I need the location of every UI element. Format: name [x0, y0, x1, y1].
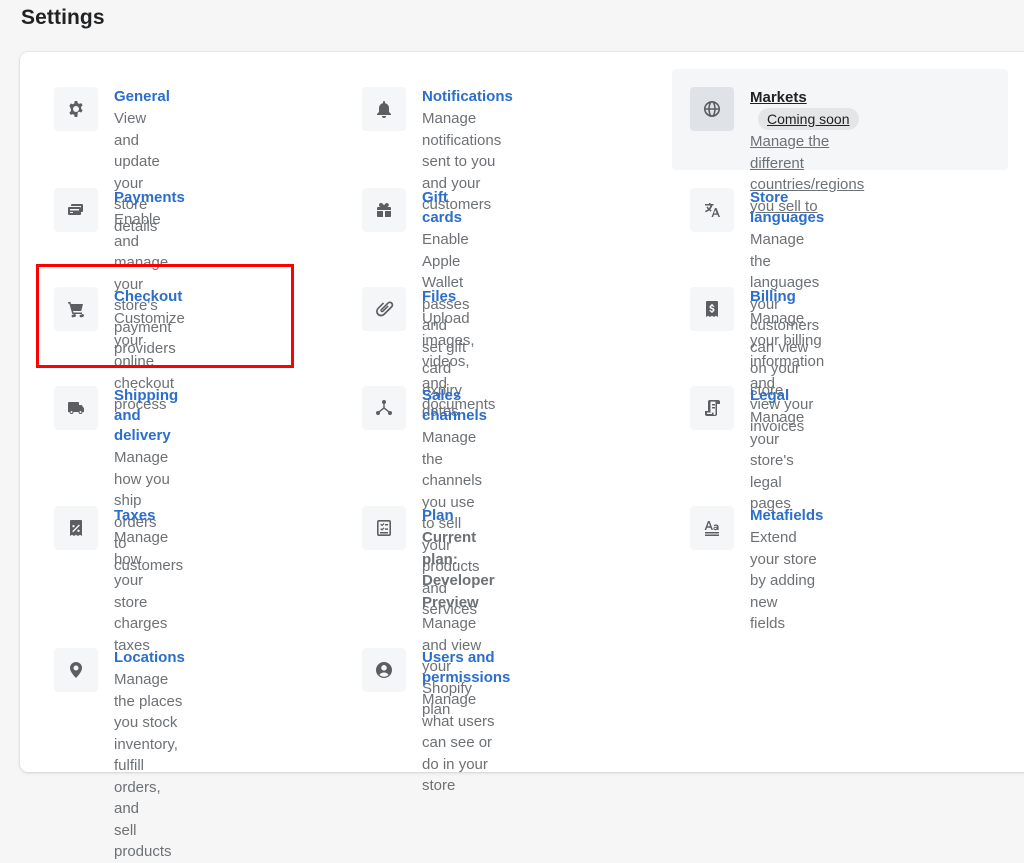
paperclip-icon [362, 287, 406, 331]
settings-item-title: General [114, 88, 170, 105]
settings-item-title: Store languages [750, 189, 825, 226]
metafields-icon [690, 506, 734, 550]
settings-item-title: Notifications [422, 88, 513, 105]
desc-line: Upload images, videos, and [422, 310, 475, 392]
settings-item-desc: Manage what users can see or do in your … [422, 689, 510, 797]
translate-icon [690, 188, 734, 232]
checkout-highlight-box [36, 264, 294, 368]
settings-item-desc: Extend your store by adding new fields [750, 527, 823, 635]
user-icon [362, 648, 406, 692]
desc-line: Manage what users can see or [422, 691, 495, 751]
settings-item-title: Metafields [750, 507, 824, 524]
settings-item-title: Payments [114, 189, 185, 206]
desc-line: inventory, fulfill orders, and [114, 735, 178, 818]
billing-icon [690, 287, 734, 331]
settings-item-title: Plan [422, 507, 454, 524]
truck-icon [54, 386, 98, 430]
channels-icon [362, 386, 406, 430]
settings-item-title: Markets [750, 89, 807, 106]
bell-icon [362, 87, 406, 131]
gift-icon [362, 188, 406, 232]
settings-item-title: Gift cards [422, 189, 463, 226]
coming-soon-badge: Coming soon [758, 108, 859, 130]
gear-icon [54, 87, 98, 131]
sub-line: Preview [422, 593, 479, 611]
desc-line: Manage your store's legal pages [750, 409, 805, 512]
current-plan-label: Current plan: Developer Preview [422, 527, 495, 613]
desc-line: Manage how your store [114, 529, 169, 611]
settings-item-desc: Manage how your store charges taxes [114, 527, 168, 656]
settings-item-desc: Manage your store's legal pages [750, 407, 804, 515]
settings-item-title: Users and permissions [422, 649, 511, 686]
page-title: Settings [21, 6, 105, 29]
settings-item-title: Sales channels [422, 387, 488, 424]
desc-line: Manage your billing information and [750, 310, 825, 392]
desc-line: fields [750, 615, 786, 632]
settings-item-title: Shipping and delivery [114, 387, 179, 444]
plan-icon [362, 506, 406, 550]
settings-item-title: Taxes [114, 507, 156, 524]
settings-item-title: Locations [114, 649, 185, 666]
desc-line: Manage the different [750, 133, 830, 172]
desc-line: Manage the places you stock [114, 671, 183, 731]
settings-item-title: Files [422, 288, 457, 305]
desc-line: sell products [114, 821, 172, 861]
tax-icon [54, 506, 98, 550]
payments-icon [54, 188, 98, 232]
legal-icon [690, 386, 734, 430]
settings-item-desc: Manage the places you stock inventory, f… [114, 669, 185, 863]
sub-line: Current plan: Developer [422, 529, 495, 589]
desc-line: Manage the channels you use [422, 429, 483, 511]
globe-icon [690, 87, 734, 131]
location-icon [54, 648, 98, 692]
settings-item-title: Billing [750, 288, 796, 305]
desc-line: Manage notifications sent to you [422, 110, 502, 170]
desc-line: do in your store [422, 755, 488, 795]
desc-line: Extend your store by adding new [750, 529, 817, 611]
settings-item-title: Legal [750, 387, 790, 404]
